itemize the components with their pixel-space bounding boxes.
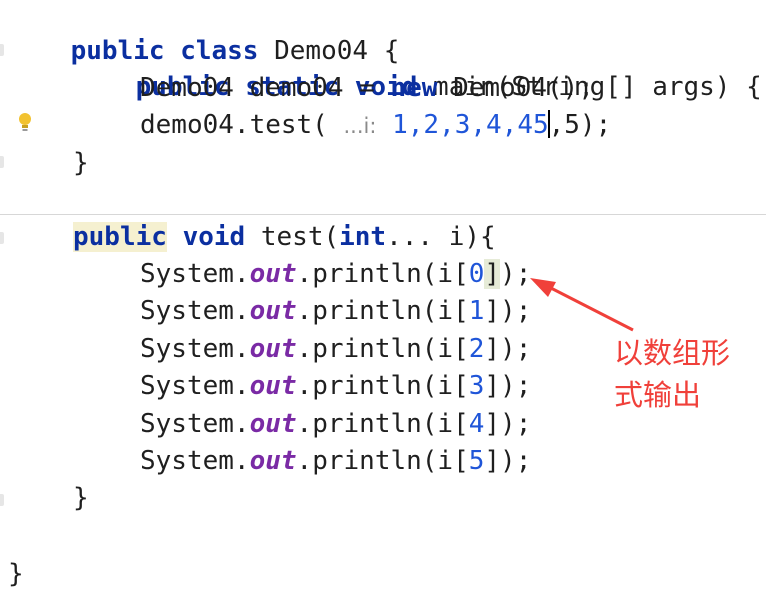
- code-line-println-1[interactable]: System.out.println(i[1]);: [140, 293, 531, 330]
- code-line-println-5[interactable]: System.out.println(i[5]);: [140, 443, 531, 480]
- code-line-println-4[interactable]: System.out.println(i[4]);: [140, 406, 531, 443]
- fold-marker[interactable]: [0, 156, 4, 168]
- code-line-close-class[interactable]: }: [8, 556, 24, 593]
- method-separator: [0, 214, 766, 215]
- code-line-test-call[interactable]: demo04.test( ...i: 1,2,3,4,45,5);: [140, 107, 611, 144]
- lightbulb-icon[interactable]: [18, 112, 32, 134]
- fold-marker[interactable]: [0, 232, 4, 244]
- annotation-line-1: 以数组形: [614, 336, 731, 370]
- fold-marker[interactable]: [0, 494, 4, 506]
- code-line-instantiate[interactable]: Demo04 demo04 = new Demo04();: [140, 70, 594, 107]
- annotation-label: 以数组形 式输出: [614, 332, 764, 416]
- code-editor[interactable]: public class Demo04 { public static void…: [0, 0, 766, 594]
- code-line-close-test[interactable]: }: [73, 480, 89, 517]
- code-line-class-decl[interactable]: public class Demo04 {: [8, 0, 400, 66]
- parameter-hint: ...i:: [343, 114, 377, 138]
- fold-marker[interactable]: [0, 44, 4, 56]
- code-line-close-main[interactable]: }: [73, 145, 89, 182]
- code-line-println-0[interactable]: System.out.println(i[0]);: [140, 256, 531, 293]
- annotation-line-2: 式输出: [614, 378, 702, 412]
- code-line-main-decl[interactable]: public static void main(String[] args) {: [73, 32, 762, 102]
- code-line-println-3[interactable]: System.out.println(i[3]);: [140, 368, 531, 405]
- code-line-println-2[interactable]: System.out.println(i[2]);: [140, 331, 531, 368]
- code-line-test-decl[interactable]: public void test(int... i){: [73, 219, 496, 256]
